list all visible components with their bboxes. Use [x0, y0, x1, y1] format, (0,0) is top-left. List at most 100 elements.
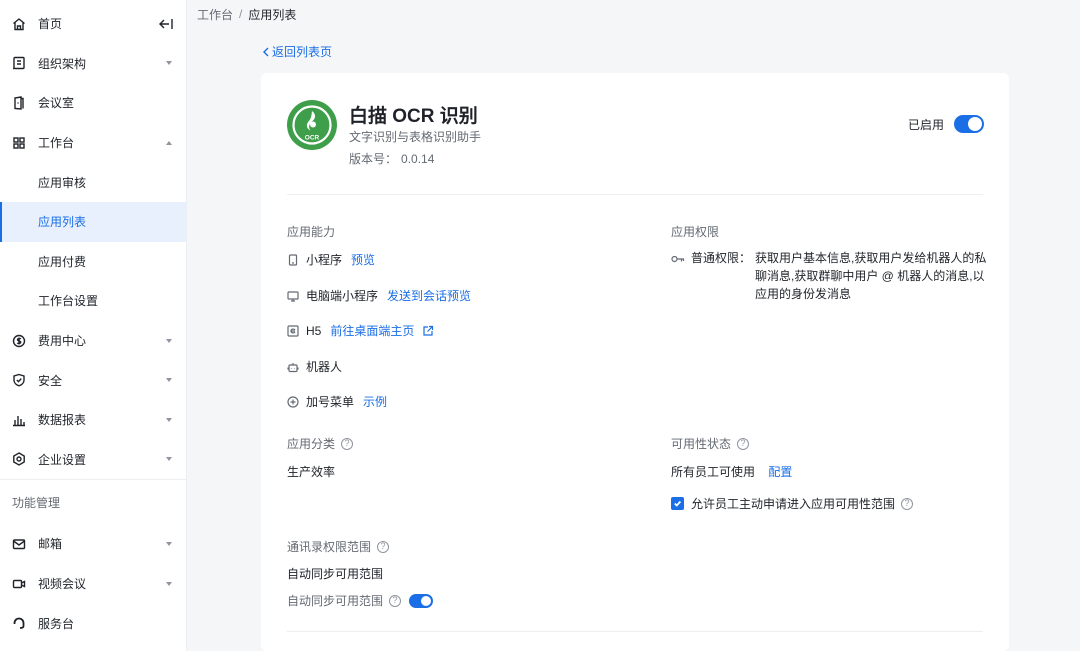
sidebar-item-label: 组织架构 [38, 56, 87, 71]
video-icon [12, 577, 26, 591]
monitor-icon [287, 290, 299, 302]
version-label: 版本号： [349, 152, 398, 166]
capabilities-title: 应用能力 [287, 225, 336, 239]
capability-label: 加号菜单 [306, 395, 355, 409]
headset-icon [12, 616, 26, 630]
availability-title: 可用性状态? [671, 435, 750, 452]
permission-text: 获取用户基本信息,获取用户发给机器人的私聊消息,获取群聊中用户 @ 机器人的消息… [755, 251, 987, 301]
help-icon[interactable]: ? [377, 540, 390, 553]
sidebar-item-video-meeting[interactable]: 视频会议 [0, 564, 186, 604]
dollar-icon [12, 334, 26, 348]
example-link[interactable]: 示例 [363, 393, 387, 410]
capability-h5: H5 前往桌面端主页 [287, 322, 434, 339]
desktop-homepage-label: 前往桌面端主页 [330, 324, 415, 338]
sidebar-item-label: 数据报表 [38, 413, 87, 428]
app-status: 已启用 [908, 115, 984, 133]
sidebar-item-billing[interactable]: 费用中心 [0, 321, 186, 361]
app-detail-card: OCR 白描 OCR 识别 文字识别与表格识别助手 版本号： 0.0.14 已启用… [261, 73, 1009, 651]
category-value: 生产效率 [287, 465, 336, 479]
allow-apply-checkbox[interactable] [671, 497, 684, 510]
contacts-scope-value: 自动同步可用范围 [287, 567, 384, 581]
key-icon [671, 252, 685, 264]
sidebar-item-reports[interactable]: 数据报表 [0, 400, 186, 440]
chevron-up-icon [166, 140, 172, 145]
app-version: 版本号： 0.0.14 [349, 150, 434, 167]
contacts-scope-title: 通讯录权限范围? [287, 538, 390, 555]
sidebar-item-home[interactable]: 首页 [0, 4, 186, 44]
sidebar-subitem-app-review[interactable]: 应用审核 [0, 162, 186, 202]
availability-value: 所有员工可使用 [671, 465, 756, 479]
grid-icon [12, 136, 26, 150]
category-title-label: 应用分类 [287, 437, 336, 451]
divider [287, 631, 983, 632]
sidebar-item-enterprise-settings[interactable]: 企业设置 [0, 440, 186, 480]
sidebar-subitem-workbench-settings[interactable]: 工作台设置 [0, 281, 186, 321]
auto-sync-row: 自动同步可用范围 ? [287, 592, 434, 609]
sidebar-item-label: 服务台 [38, 616, 75, 631]
sidebar: 首页 组织架构 会议室 工作台 应用审核 应用列表 应用付费 工作台设置 费用中… [0, 0, 187, 651]
h5-icon [287, 324, 299, 337]
auto-sync-toggle[interactable] [409, 593, 434, 608]
collapse-sidebar-icon[interactable] [158, 17, 174, 31]
back-to-list-label: 返回列表页 [272, 45, 333, 59]
door-icon [12, 96, 26, 110]
auto-sync-label: 自动同步可用范围 [287, 594, 384, 608]
chevron-down-icon [166, 541, 172, 546]
back-to-list-link[interactable]: 返回列表页 [262, 43, 332, 60]
sidebar-item-workbench[interactable]: 工作台 [0, 123, 186, 163]
version-value: 0.0.14 [401, 152, 435, 166]
sidebar-subitem-app-payment[interactable]: 应用付费 [0, 242, 186, 282]
external-link-icon [423, 325, 434, 336]
help-icon[interactable]: ? [737, 437, 750, 450]
sidebar-item-label: 会议室 [38, 96, 75, 111]
capability-label: 机器人 [306, 360, 343, 374]
sidebar-item-meeting-room[interactable]: 会议室 [0, 83, 186, 123]
preview-link[interactable]: 预览 [351, 251, 375, 268]
breadcrumb-current: 应用列表 [248, 7, 297, 22]
home-icon [12, 17, 26, 31]
allow-apply-label: 允许员工主动申请进入应用可用性范围 [691, 497, 896, 511]
robot-icon [287, 361, 299, 373]
contacts-scope-title-label: 通讯录权限范围 [287, 540, 372, 554]
chevron-down-icon [166, 378, 172, 383]
mobile-icon [287, 253, 299, 266]
shield-icon [12, 373, 26, 387]
breadcrumb: 工作台 / 应用列表 [197, 6, 296, 22]
enable-toggle[interactable] [954, 115, 984, 133]
chevron-left-icon [263, 47, 269, 56]
sidebar-group-title: 功能管理 [12, 495, 61, 510]
sidebar-subitem-app-list[interactable]: 应用列表 [0, 201, 186, 242]
org-icon [12, 56, 26, 70]
desktop-homepage-link[interactable]: 前往桌面端主页 [330, 322, 434, 339]
config-link[interactable]: 配置 [768, 465, 792, 479]
breadcrumb-workbench[interactable]: 工作台 [197, 6, 233, 23]
sidebar-item-service-desk[interactable]: 服务台 [0, 603, 186, 643]
category-title: 应用分类? [287, 435, 354, 452]
sidebar-item-org[interactable]: 组织架构 [0, 44, 186, 84]
divider [287, 194, 983, 195]
capability-mini-program: 小程序 预览 [287, 251, 375, 268]
permissions-title: 应用权限 [671, 225, 720, 239]
status-label: 已启用 [907, 117, 944, 132]
app-name: 白描 OCR 识别 [349, 106, 478, 127]
sidebar-item-mail[interactable]: 邮箱 [0, 524, 186, 564]
chevron-down-icon [166, 61, 172, 66]
help-icon[interactable]: ? [901, 497, 914, 510]
capability-label: H5 [306, 323, 322, 338]
sidebar-item-label: 安全 [38, 373, 63, 388]
sidebar-item-label: 工作台 [38, 136, 75, 151]
logo-text: OCR [305, 135, 320, 142]
settings-icon [12, 452, 26, 467]
permission-normal: 普通权限： 获取用户基本信息,获取用户发给机器人的私聊消息,获取群聊中用户 @ … [671, 249, 987, 303]
send-to-chat-preview-link[interactable]: 发送到会话预览 [387, 287, 471, 304]
help-icon[interactable]: ? [389, 594, 402, 607]
mail-icon [12, 537, 26, 551]
help-icon[interactable]: ? [341, 437, 354, 450]
sidebar-item-security[interactable]: 安全 [0, 360, 186, 400]
availability-value-row: 所有员工可使用 配置 [671, 463, 792, 480]
allow-apply-row: 允许员工主动申请进入应用可用性范围 ? [671, 495, 914, 512]
app-description: 文字识别与表格识别助手 [349, 130, 482, 144]
sidebar-item-label: 首页 [38, 17, 63, 32]
chevron-down-icon [166, 581, 172, 586]
permission-label: 普通权限： [691, 251, 752, 265]
